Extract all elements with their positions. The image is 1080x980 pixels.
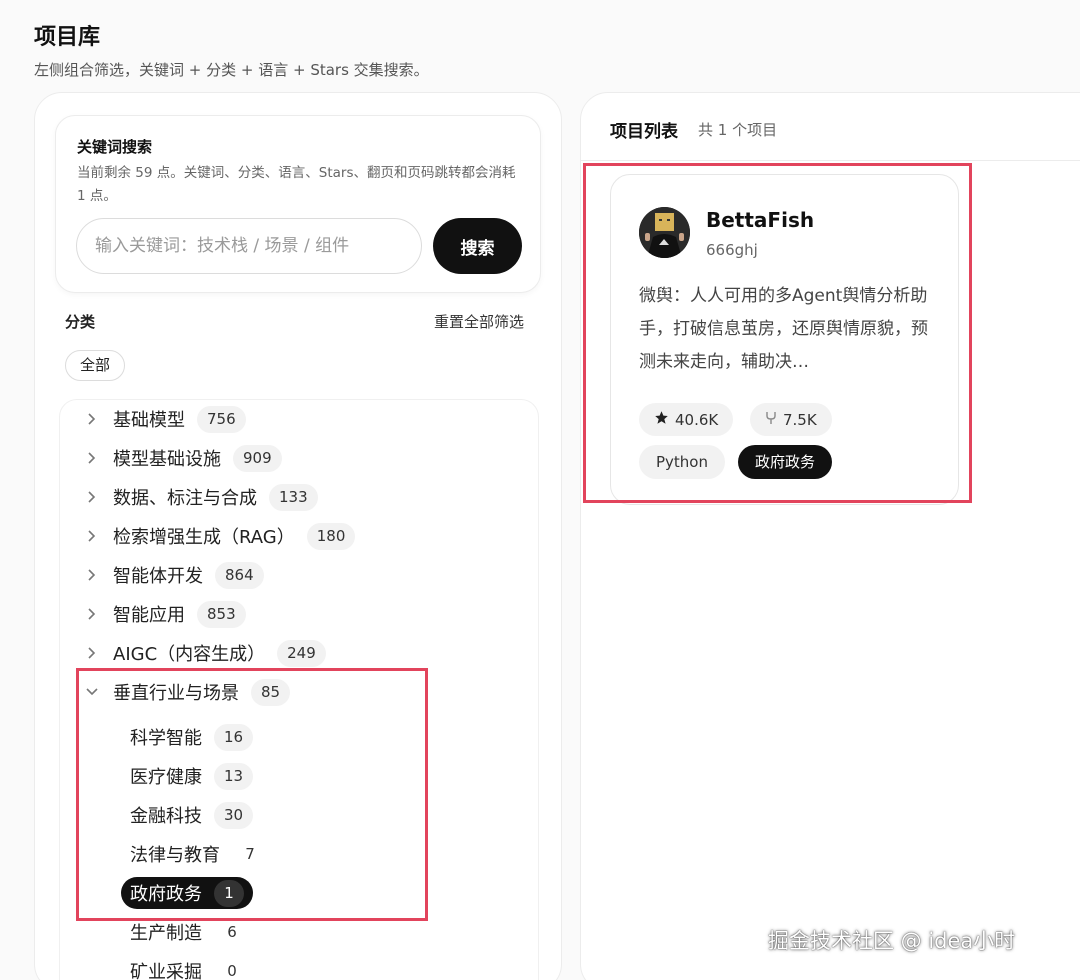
category-item[interactable]: 基础模型 756	[83, 403, 246, 435]
stars-count: 40.6K	[675, 410, 719, 429]
category-label-text: 基础模型	[113, 410, 185, 431]
project-list-header: 项目列表 共 1 个项目	[581, 93, 1080, 161]
subcategory-count-badge: 1	[214, 879, 244, 907]
category-count-badge: 756	[197, 405, 246, 433]
category-label-text: 垂直行业与场景	[113, 683, 239, 704]
subcategory-item[interactable]: 医疗健康 13	[130, 760, 254, 792]
subcategory-count-badge: 0	[227, 961, 237, 980]
category-label-text: 检索增强生成（RAG）	[113, 527, 295, 548]
page-title: 项目库	[34, 25, 101, 50]
forks-badge: 7.5K	[750, 403, 832, 436]
subcategory-item[interactable]: 科学智能 16	[130, 721, 254, 753]
category-count-badge: 85	[251, 678, 291, 706]
category-item-expanded[interactable]: 垂直行业与场景 85	[83, 676, 291, 708]
category-label-text: 智能应用	[113, 605, 185, 626]
filter-panel: 关键词搜索 当前剩余 59 点。关键词、分类、语言、Stars、翻页和页码跳转都…	[34, 92, 562, 980]
avatar	[639, 207, 690, 258]
category-all-chip[interactable]: 全部	[65, 350, 126, 381]
category-count-badge: 133	[269, 483, 318, 511]
category-count-badge: 864	[215, 561, 264, 589]
category-count-badge: 180	[306, 522, 356, 550]
subcategory-count-badge: 13	[214, 762, 254, 790]
subcategory-label-text: 医疗健康	[130, 767, 202, 788]
chevron-right-icon	[83, 566, 101, 584]
category-label-text: 数据、标注与合成	[113, 488, 257, 509]
subcategory-item[interactable]: 矿业采掘 0	[130, 955, 250, 980]
chevron-down-icon	[83, 683, 101, 701]
category-count-badge: 909	[233, 444, 282, 472]
subcategory-label-text: 金融科技	[130, 806, 202, 827]
category-label-text: AIGC（内容生成）	[113, 644, 266, 665]
subcategory-count-badge: 7	[245, 844, 255, 863]
chevron-right-icon	[83, 605, 101, 623]
category-item[interactable]: 智能体开发 864	[83, 559, 264, 591]
category-count-badge: 853	[197, 600, 246, 628]
subcategory-label-text: 法律与教育	[130, 845, 220, 866]
category-item[interactable]: AIGC（内容生成） 249	[83, 637, 326, 669]
chevron-right-icon	[83, 488, 101, 506]
category-item[interactable]: 模型基础设施 909	[83, 442, 282, 474]
subcategory-label-text: 政府政务	[130, 884, 202, 905]
subcategory-count-badge: 16	[214, 723, 254, 751]
page-subtitle: 左侧组合筛选，关键词 + 分类 + 语言 + Stars 交集搜索。	[34, 61, 429, 79]
keyword-search-hint: 当前剩余 59 点。关键词、分类、语言、Stars、翻页和页码跳转都会消耗 1 …	[77, 165, 516, 204]
project-list-title: 项目列表	[610, 122, 678, 142]
category-tag[interactable]: 政府政务	[738, 445, 833, 479]
search-input[interactable]	[76, 218, 422, 274]
chevron-right-icon	[83, 449, 101, 467]
subcategory-count-badge: 6	[227, 922, 237, 941]
category-label: 分类	[65, 313, 96, 331]
search-button[interactable]: 搜索	[433, 218, 522, 274]
project-card[interactable]: BettaFish 666ghj 微舆：人人可用的多Agent舆情分析助手，打破…	[610, 174, 959, 505]
category-item[interactable]: 智能应用 853	[83, 598, 246, 630]
category-count-badge: 249	[277, 639, 326, 667]
keyword-search-title: 关键词搜索	[77, 138, 153, 156]
chevron-right-icon	[83, 527, 101, 545]
chevron-right-icon	[83, 644, 101, 662]
chevron-right-icon	[83, 410, 101, 428]
subcategory-item[interactable]: 法律与教育 7	[130, 838, 268, 870]
repo-description: 微舆：人人可用的多Agent舆情分析助手，打破信息茧房，还原舆情原貌，预测未来走…	[639, 286, 928, 372]
subcategory-count-badge: 30	[214, 801, 254, 829]
category-label-text: 模型基础设施	[113, 449, 221, 470]
forks-count: 7.5K	[783, 410, 817, 429]
subcategory-item[interactable]: 生产制造 6	[130, 916, 250, 948]
subcategory-label-text: 矿业采掘	[130, 962, 202, 980]
category-label-text: 智能体开发	[113, 566, 203, 587]
subcategory-label-text: 科学智能	[130, 728, 202, 749]
stars-badge: 40.6K	[639, 403, 734, 436]
category-item[interactable]: 检索增强生成（RAG） 180	[83, 520, 356, 552]
project-list-panel: 项目列表 共 1 个项目 BettaFish 666ghj 微舆：人人可用的多A…	[580, 92, 1080, 980]
subcategory-item[interactable]: 金融科技 30	[130, 799, 254, 831]
star-icon	[654, 410, 669, 429]
repo-owner: 666ghj	[706, 241, 758, 259]
category-item[interactable]: 数据、标注与合成 133	[83, 481, 318, 513]
fork-icon	[765, 411, 777, 429]
subcategory-label-text: 生产制造	[130, 923, 202, 944]
repo-name[interactable]: BettaFish	[706, 208, 814, 232]
subcategory-item-selected[interactable]: 政府政务 1	[121, 877, 253, 909]
language-tag[interactable]: Python	[639, 445, 725, 479]
watermark: 掘金技术社区 @ idea小时	[768, 929, 1016, 953]
reset-filters-link[interactable]: 重置全部筛选	[434, 311, 524, 332]
project-count-text: 共 1 个项目	[698, 121, 778, 139]
